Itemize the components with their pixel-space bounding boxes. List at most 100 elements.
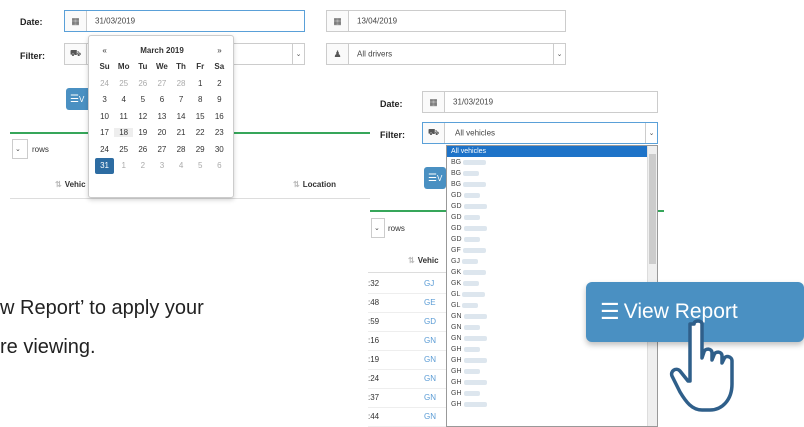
- calendar-day[interactable]: 7: [172, 95, 191, 104]
- calendar-day[interactable]: 5: [191, 161, 210, 170]
- dropdown-option[interactable]: BG: [447, 157, 657, 168]
- calendar-day[interactable]: 8: [191, 95, 210, 104]
- redacted-text: [463, 347, 480, 352]
- redacted-text: [463, 215, 480, 220]
- table-row-vehicle[interactable]: GJ: [424, 279, 434, 288]
- dropdown-option[interactable]: GK: [447, 267, 657, 278]
- next-month-button[interactable]: »: [210, 46, 229, 55]
- dropdown-option[interactable]: BG: [447, 179, 657, 190]
- column-header-vehicle[interactable]: ⇅ Vehic: [408, 256, 439, 265]
- table-row-time: :37: [368, 393, 380, 402]
- calendar-day[interactable]: 3: [152, 161, 171, 170]
- rows-per-page-select[interactable]: ⌄: [12, 139, 28, 159]
- vehicle-filter-select[interactable]: ⛟ All vehicles ⌄: [422, 122, 658, 144]
- calendar-day[interactable]: 28: [172, 79, 191, 88]
- dropdown-option-label: GN: [451, 313, 462, 320]
- calendar-day[interactable]: 25: [114, 145, 133, 154]
- calendar-day[interactable]: 1: [114, 161, 133, 170]
- dropdown-option[interactable]: GD: [447, 190, 657, 201]
- calendar-day[interactable]: 2: [133, 161, 152, 170]
- calendar-day[interactable]: 31: [95, 157, 115, 174]
- prev-month-button[interactable]: «: [95, 46, 114, 55]
- calendar-day[interactable]: 24: [95, 79, 114, 88]
- calendar-day[interactable]: 26: [133, 145, 152, 154]
- calendar-day[interactable]: 11: [114, 112, 133, 121]
- calendar-day[interactable]: 21: [172, 128, 191, 137]
- dropdown-option[interactable]: GH: [447, 344, 657, 355]
- calendar-day[interactable]: 2: [210, 79, 229, 88]
- table-row-vehicle[interactable]: GN: [424, 336, 436, 345]
- calendar-day[interactable]: 27: [152, 79, 171, 88]
- chevron-down-icon[interactable]: ⌄: [645, 123, 657, 143]
- calendar-day[interactable]: 27: [152, 145, 171, 154]
- calendar-day[interactable]: 22: [191, 128, 210, 137]
- dropdown-option[interactable]: GD: [447, 234, 657, 245]
- dropdown-option[interactable]: BG: [447, 168, 657, 179]
- column-header-location[interactable]: ⇅ Location: [293, 180, 336, 189]
- calendar-day[interactable]: 25: [114, 79, 133, 88]
- date-from-input[interactable]: ▦ 31/03/2019: [64, 10, 305, 32]
- calendar-day[interactable]: 18: [114, 128, 134, 138]
- dropdown-option[interactable]: GH: [447, 388, 657, 399]
- calendar-day[interactable]: 15: [191, 112, 210, 121]
- dropdown-option-label: GJ: [451, 258, 460, 265]
- calendar-day[interactable]: 4: [172, 161, 191, 170]
- calendar-day[interactable]: 14: [172, 112, 191, 121]
- dropdown-option[interactable]: GD: [447, 201, 657, 212]
- calendar-day[interactable]: 19: [133, 128, 152, 137]
- calendar-day[interactable]: 20: [152, 128, 171, 137]
- dropdown-option[interactable]: GD: [447, 223, 657, 234]
- calendar-day[interactable]: 6: [210, 161, 229, 170]
- chevron-down-icon[interactable]: ⌄: [292, 44, 304, 64]
- table-row-vehicle[interactable]: GN: [424, 393, 436, 402]
- dropdown-option[interactable]: GJ: [447, 256, 657, 267]
- table-row-vehicle[interactable]: GN: [424, 355, 436, 364]
- table-row-vehicle[interactable]: GN: [424, 374, 436, 383]
- calendar-month-title[interactable]: March 2019: [140, 46, 184, 55]
- calendar-day[interactable]: 13: [152, 112, 171, 121]
- table-row-vehicle[interactable]: GD: [424, 317, 436, 326]
- date-to-input[interactable]: ▦ 13/04/2019: [326, 10, 566, 32]
- weekday-header: Sa: [214, 62, 225, 72]
- view-report-button[interactable]: ☰ V: [424, 167, 446, 189]
- weekday-header: Th: [176, 62, 186, 72]
- calendar-day[interactable]: 26: [133, 79, 152, 88]
- table-row-rule: [368, 293, 446, 294]
- calendar-day[interactable]: 12: [133, 112, 152, 121]
- calendar-day[interactable]: 23: [210, 128, 229, 137]
- calendar-icon: ▦: [65, 11, 87, 31]
- dropdown-option[interactable]: GH: [447, 399, 657, 410]
- dropdown-option[interactable]: GF: [447, 245, 657, 256]
- calendar-day[interactable]: 9: [210, 95, 229, 104]
- calendar-day[interactable]: 30: [210, 145, 229, 154]
- dropdown-option[interactable]: All vehicles: [447, 146, 657, 157]
- calendar-day[interactable]: 3: [95, 95, 114, 104]
- calendar-day[interactable]: 1: [191, 79, 210, 88]
- calendar-day[interactable]: 10: [95, 112, 114, 121]
- calendar-day[interactable]: 6: [152, 95, 171, 104]
- calendar-day[interactable]: 5: [133, 95, 152, 104]
- calendar-day[interactable]: 24: [95, 145, 114, 154]
- column-header-vehicle[interactable]: ⇅ Vehic: [55, 180, 86, 189]
- dropdown-option-label: GK: [451, 269, 462, 276]
- dropdown-option-label: GK: [451, 280, 462, 287]
- table-row-vehicle[interactable]: GE: [424, 298, 436, 307]
- sort-icon: ⇅: [408, 256, 415, 265]
- dropdown-option[interactable]: GH: [447, 355, 657, 366]
- table-row-vehicle[interactable]: GN: [424, 412, 436, 421]
- chevron-down-icon[interactable]: ⌄: [553, 44, 565, 64]
- calendar-day[interactable]: 4: [114, 95, 133, 104]
- dropdown-option-label: GH: [451, 368, 462, 375]
- calendar-day[interactable]: 16: [210, 112, 229, 121]
- calendar-day[interactable]: 28: [172, 145, 191, 154]
- calendar-day[interactable]: 29: [191, 145, 210, 154]
- driver-filter-select[interactable]: ♟ All drivers ⌄: [326, 43, 566, 65]
- calendar-day[interactable]: 17: [95, 128, 114, 137]
- date-input[interactable]: ▦ 31/03/2019: [422, 91, 658, 113]
- dropdown-option[interactable]: GH: [447, 366, 657, 377]
- dropdown-option-label: GL: [451, 302, 461, 309]
- dropdown-option[interactable]: GH: [447, 377, 657, 388]
- dropdown-option[interactable]: GD: [447, 212, 657, 223]
- rows-per-page-select[interactable]: ⌄: [371, 218, 385, 238]
- filter-label: Filter:: [20, 51, 46, 61]
